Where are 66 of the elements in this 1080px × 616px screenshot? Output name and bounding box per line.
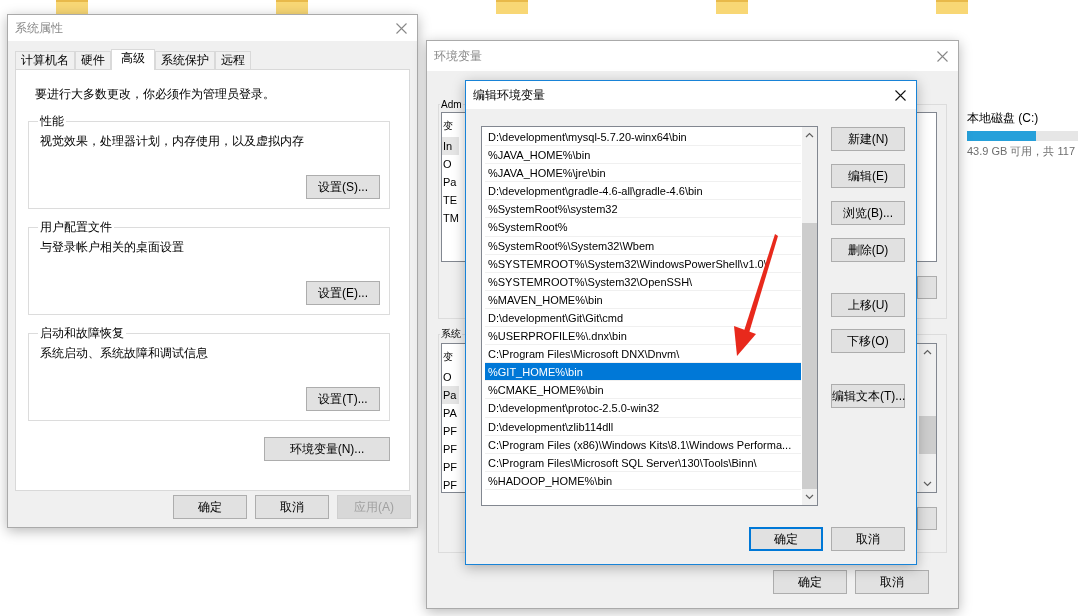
group-title: 启动和故障恢复 — [39, 325, 125, 342]
drive-space: 43.9 GB 可用，共 117 — [967, 144, 1076, 159]
group-title: Adm — [440, 99, 463, 110]
path-item[interactable]: D:\development\mysql-5.7.20-winx64\bin — [485, 128, 801, 147]
group-description: 与登录帐户相关的桌面设置 — [40, 239, 185, 256]
tab[interactable]: 硬件 — [75, 51, 111, 69]
variable-row[interactable]: PF — [442, 422, 459, 440]
group-description: 系统启动、系统故障和调试信息 — [40, 345, 209, 362]
variable-row[interactable]: Pa — [442, 173, 459, 191]
path-item[interactable]: D:\development\zlib114dll — [485, 417, 801, 436]
tab[interactable]: 计算机名 — [15, 51, 75, 69]
settings-button[interactable]: 设置(S)... — [306, 175, 380, 199]
dialog-button[interactable]: 取消 — [855, 570, 929, 594]
column-header: 变 — [442, 350, 454, 364]
settings-button[interactable]: 设置(E)... — [306, 281, 380, 305]
window-title: 环境变量 — [434, 47, 482, 65]
variable-row[interactable]: O — [442, 368, 459, 386]
dialog-button[interactable]: 上移(U) — [831, 293, 905, 317]
group-title: 系统 — [440, 327, 462, 341]
path-item[interactable]: %CMAKE_HOME%\bin — [485, 381, 801, 400]
dialog-button[interactable]: 浏览(B)... — [831, 201, 905, 225]
window-title: 系统属性 — [15, 19, 63, 37]
variable-row[interactable]: TM — [442, 209, 459, 227]
path-item[interactable]: %SystemRoot% — [485, 218, 801, 237]
variable-row[interactable]: PF — [442, 458, 459, 476]
path-item[interactable]: %HADOOP_HOME%\bin — [485, 471, 801, 490]
dialog-button[interactable]: 删除(D) — [831, 238, 905, 262]
dialog-button[interactable]: 确定 — [773, 570, 847, 594]
variable-row[interactable]: Pa — [442, 386, 459, 404]
path-item[interactable]: %GIT_HOME%\bin — [485, 363, 801, 382]
dialog-button[interactable]: 确定 — [749, 527, 823, 551]
variable-row[interactable]: In — [442, 137, 459, 155]
dialog-button[interactable]: 编辑文本(T)... — [831, 384, 905, 408]
close-icon[interactable] — [895, 89, 906, 101]
variable-row[interactable]: PF — [442, 476, 459, 492]
settings-button[interactable]: 设置(T)... — [306, 387, 380, 411]
scrollbar[interactable] — [802, 127, 817, 505]
environment-variables-button[interactable]: 环境变量(N)... — [264, 437, 390, 461]
drive-name: 本地磁盘 (C:) — [967, 110, 1040, 127]
path-item[interactable]: D:\development\gradle-4.6-all\gradle-4.6\bin — [485, 182, 801, 201]
dialog-button[interactable]: 编辑(E) — [831, 164, 905, 188]
tab[interactable]: 系统保护 — [155, 51, 215, 69]
path-item[interactable]: C:\Program Files (x86)\Windows Kits\8.1\Windows Performa... — [485, 435, 801, 454]
window-title: 编辑环境变量 — [473, 86, 545, 104]
scrollbar[interactable] — [919, 344, 936, 492]
group-description: 视觉效果，处理器计划，内存使用，以及虚拟内存 — [40, 133, 305, 150]
dialog-button[interactable]: 取消 — [255, 495, 329, 519]
dialog-button[interactable]: 取消 — [831, 527, 905, 551]
path-item[interactable]: C:\Program Files\Microsoft SQL Server\130\Tools\Binn\ — [485, 453, 801, 472]
group-title: 用户配置文件 — [39, 219, 113, 236]
variable-row[interactable]: PF — [442, 440, 459, 458]
notice-text: 要进行大多数更改，你必须作为管理员登录。 — [35, 86, 276, 103]
column-header: 变 — [442, 119, 454, 133]
variable-row[interactable]: PA — [442, 404, 459, 422]
variable-row[interactable]: O — [442, 155, 459, 173]
tab[interactable]: 远程 — [215, 51, 251, 69]
dialog-button[interactable]: 下移(O) — [831, 329, 905, 353]
dialog-button[interactable]: 确定 — [173, 495, 247, 519]
path-item[interactable]: %JAVA_HOME%\jre\bin — [485, 164, 801, 183]
group-title: 性能 — [39, 113, 65, 130]
path-item[interactable]: D:\development\protoc-2.5.0-win32 — [485, 399, 801, 418]
path-item[interactable]: %JAVA_HOME%\bin — [485, 146, 801, 165]
dialog-button[interactable]: 新建(N) — [831, 127, 905, 151]
path-item[interactable]: %SystemRoot%\system32 — [485, 200, 801, 219]
tab[interactable]: 高级 — [111, 49, 155, 70]
variable-row[interactable]: TE — [442, 191, 459, 209]
